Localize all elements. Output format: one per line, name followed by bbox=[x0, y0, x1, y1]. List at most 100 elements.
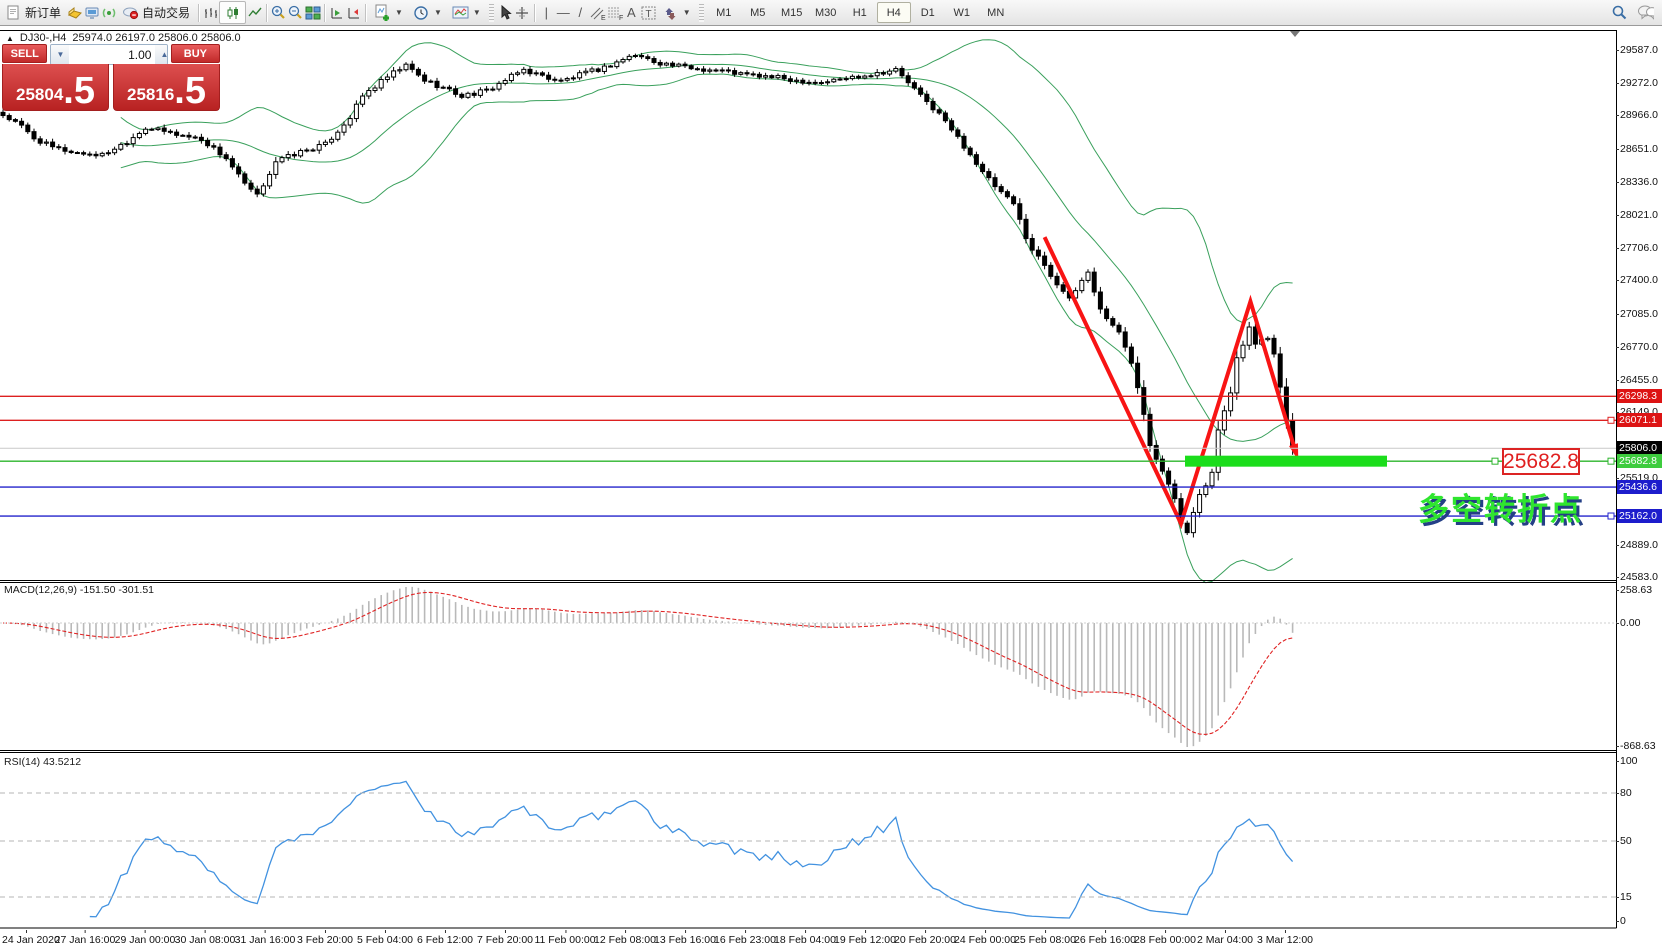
time-tick: 18 Feb 04:00 bbox=[774, 934, 836, 946]
candle bbox=[826, 82, 830, 83]
fibonacci-icon[interactable]: F bbox=[606, 4, 623, 21]
text-label-icon[interactable]: T bbox=[640, 4, 657, 21]
text-icon[interactable]: A bbox=[623, 4, 640, 21]
candle bbox=[1086, 272, 1090, 280]
tf-m15[interactable]: M15 bbox=[775, 2, 809, 23]
tf-h1[interactable]: H1 bbox=[843, 2, 877, 23]
candle bbox=[919, 88, 923, 94]
price-axis[interactable]: 29587.029272.028966.028651.028336.028021… bbox=[1617, 30, 1662, 929]
time-tick: 25 Feb 08:00 bbox=[1014, 934, 1076, 946]
zoom-in-icon[interactable] bbox=[270, 4, 287, 21]
time-tick: 7 Feb 20:00 bbox=[477, 934, 533, 946]
candle bbox=[1278, 354, 1282, 387]
templates-button[interactable]: ▼ bbox=[447, 1, 486, 24]
bar-chart-icon[interactable] bbox=[202, 4, 219, 21]
candle bbox=[751, 74, 755, 75]
candle bbox=[193, 137, 197, 138]
tf-m1[interactable]: M1 bbox=[707, 2, 741, 23]
horizontal-line-icon[interactable]: — bbox=[555, 4, 572, 21]
candle bbox=[1024, 219, 1028, 238]
market-watch-icon[interactable] bbox=[66, 4, 83, 21]
candle bbox=[857, 76, 861, 78]
tf-m30[interactable]: M30 bbox=[809, 2, 843, 23]
candle bbox=[621, 60, 625, 62]
turning-point-note[interactable]: 多空转折点 bbox=[1418, 484, 1583, 529]
new-order-button[interactable]: 新订单 bbox=[0, 1, 66, 24]
chart-window: ▲ DJ30-,H4 25974.0 26197.0 25806.0 25806… bbox=[0, 26, 1662, 944]
signal-icon[interactable] bbox=[100, 4, 117, 21]
cursor-icon[interactable] bbox=[497, 4, 514, 21]
level-price-label[interactable]: 25682.8 bbox=[1502, 448, 1580, 475]
volume-decrease-button[interactable]: ▼ bbox=[51, 45, 69, 64]
candle bbox=[1247, 327, 1251, 345]
zoom-out-icon[interactable] bbox=[287, 4, 304, 21]
candle bbox=[931, 101, 935, 109]
volume-input[interactable] bbox=[69, 45, 155, 64]
candle bbox=[441, 87, 445, 88]
volume-increase-button[interactable]: ▲ bbox=[155, 45, 167, 64]
candle bbox=[956, 130, 960, 136]
time-axis[interactable]: 24 Jan 202027 Jan 16:0029 Jan 00:0030 Ja… bbox=[0, 933, 1617, 947]
candle bbox=[671, 63, 675, 66]
search-icon[interactable] bbox=[1610, 4, 1627, 21]
periods-button[interactable]: ▼ bbox=[408, 1, 447, 24]
chart-shift-icon[interactable] bbox=[345, 4, 362, 21]
line-chart-icon[interactable] bbox=[246, 4, 263, 21]
candle bbox=[230, 159, 234, 167]
candle bbox=[348, 119, 352, 125]
chart-canvas[interactable] bbox=[0, 30, 1617, 929]
auto-trading-button[interactable]: 自动交易 bbox=[117, 1, 195, 24]
chat-icon[interactable] bbox=[1637, 4, 1654, 21]
candle bbox=[398, 70, 402, 71]
candle bbox=[1198, 495, 1202, 513]
tf-d1[interactable]: D1 bbox=[911, 2, 945, 23]
macd-label: MACD(12,26,9) -151.50 -301.51 bbox=[4, 584, 154, 596]
candle bbox=[125, 144, 129, 145]
candle bbox=[137, 133, 141, 137]
candle bbox=[168, 131, 172, 132]
candle bbox=[894, 68, 898, 71]
candle bbox=[1098, 292, 1102, 309]
tf-m5[interactable]: M5 bbox=[741, 2, 775, 23]
navigator-icon[interactable] bbox=[83, 4, 100, 21]
equidistant-channel-icon[interactable]: E bbox=[589, 4, 606, 21]
crosshair-icon[interactable] bbox=[514, 4, 531, 21]
price-tick: 28966.0 bbox=[1620, 109, 1658, 121]
vertical-line-icon[interactable]: | bbox=[538, 4, 555, 21]
trendline-icon[interactable]: / bbox=[572, 4, 589, 21]
line-endpoint-marker bbox=[1608, 458, 1614, 464]
toolbar-grip[interactable] bbox=[489, 4, 494, 22]
price-badge: 25162.0 bbox=[1617, 509, 1662, 523]
candle bbox=[1018, 204, 1022, 220]
new-order-label: 新订单 bbox=[25, 4, 61, 21]
candles-layer[interactable] bbox=[1, 53, 1295, 538]
candle bbox=[652, 59, 656, 63]
arrows-icon bbox=[662, 4, 679, 21]
candle bbox=[1043, 256, 1047, 265]
buy-button[interactable]: BUY bbox=[171, 44, 220, 63]
thick-green-level-bar[interactable] bbox=[1185, 456, 1387, 467]
candlestick-chart-button[interactable] bbox=[219, 1, 246, 24]
tile-windows-icon[interactable] bbox=[304, 4, 321, 21]
candle bbox=[509, 74, 513, 80]
candle bbox=[999, 187, 1003, 192]
candle bbox=[578, 73, 582, 78]
buy-price-panel[interactable]: 25816 .5 bbox=[113, 64, 220, 111]
tf-h4[interactable]: H4 bbox=[877, 2, 911, 23]
price-tick: 28651.0 bbox=[1620, 143, 1658, 155]
candle bbox=[726, 70, 730, 71]
arrows-button[interactable]: ▼ bbox=[657, 1, 696, 24]
candle bbox=[1055, 276, 1059, 284]
auto-scroll-icon[interactable] bbox=[328, 4, 345, 21]
toolbar-grip[interactable] bbox=[699, 4, 704, 22]
time-tick: 24 Feb 00:00 bbox=[954, 934, 1016, 946]
tf-w1[interactable]: W1 bbox=[945, 2, 979, 23]
indicators-button[interactable]: ▼ bbox=[369, 1, 408, 24]
sell-price-panel[interactable]: 25804 .5 bbox=[2, 64, 109, 111]
tf-mn[interactable]: MN bbox=[979, 2, 1013, 23]
candle bbox=[1235, 358, 1239, 393]
candle bbox=[640, 55, 644, 56]
sell-button[interactable]: SELL bbox=[2, 44, 47, 63]
candle bbox=[354, 104, 358, 118]
candle bbox=[44, 142, 48, 143]
